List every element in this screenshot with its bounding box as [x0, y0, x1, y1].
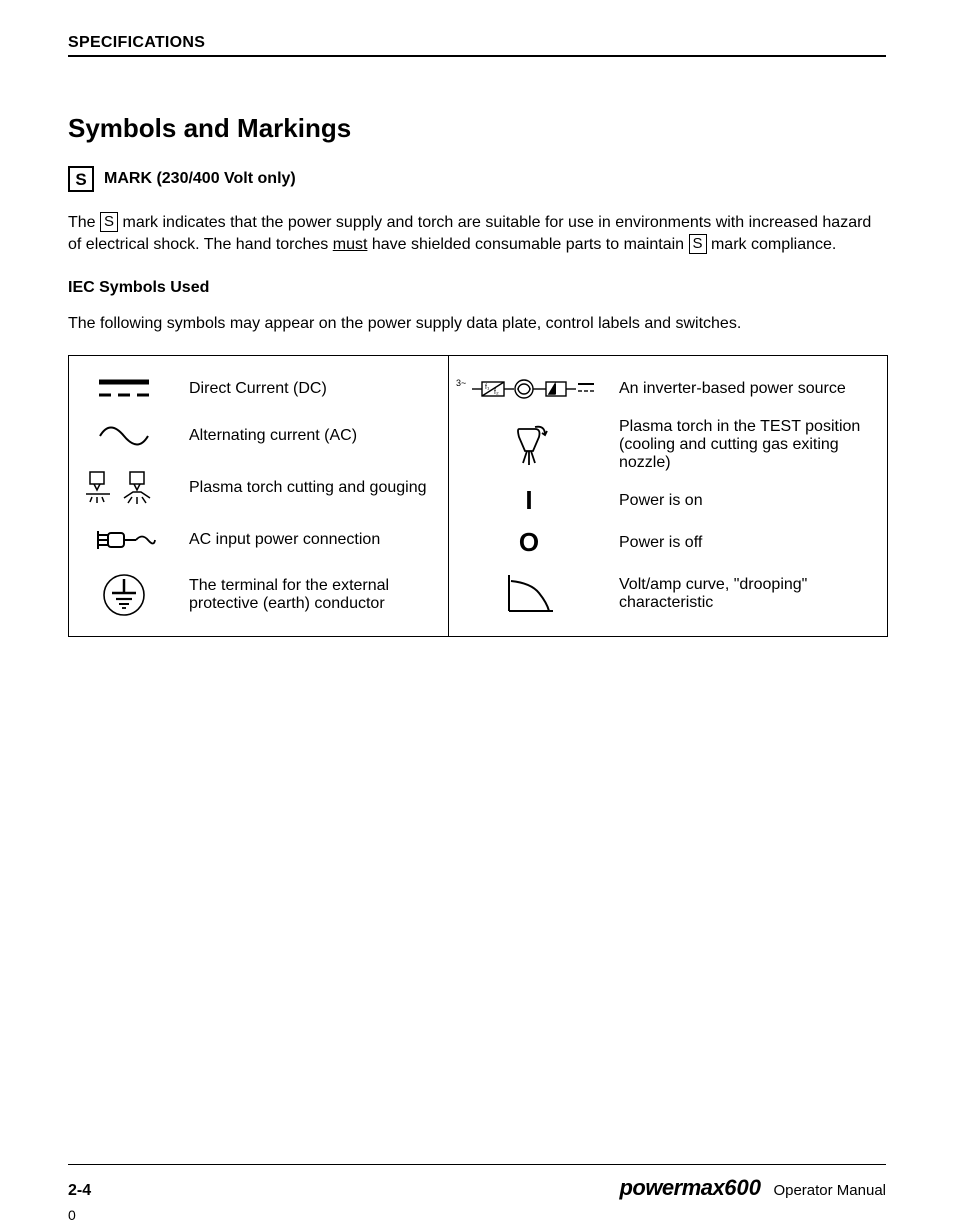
page-number: 2-4: [68, 1182, 91, 1200]
label: The terminal for the external protective…: [189, 577, 438, 613]
iec-paragraph: The following symbols may appear on the …: [68, 313, 886, 335]
label: Power is off: [619, 534, 702, 552]
text-underlined: must: [333, 236, 368, 253]
brand-name: powermax: [619, 1175, 724, 1200]
plasma-cutting-gouging-icon: [84, 462, 164, 514]
table-row: AC input power connection: [189, 514, 438, 566]
svg-text:f₁: f₁: [485, 384, 490, 391]
torch-test-icon: [505, 410, 553, 480]
symbol-table: Direct Current (DC) Alternating current …: [68, 355, 888, 637]
table-row: Alternating current (AC): [189, 410, 438, 462]
label: An inverter-based power source: [619, 380, 846, 398]
table-row: Power is off: [619, 522, 877, 564]
power-off-icon: O: [519, 522, 539, 564]
right-text-column: An inverter-based power source Plasma to…: [609, 356, 887, 636]
iec-heading: IEC Symbols Used: [68, 279, 886, 297]
right-icon-column: 3~ f₁ f₂: [449, 356, 609, 636]
svg-text:3~: 3~: [456, 378, 466, 388]
inverter-icon: 3~ f₁ f₂: [454, 368, 604, 410]
footer-brand-block: powermax600 Operator Manual: [619, 1175, 886, 1201]
svg-text:f₂: f₂: [494, 389, 499, 396]
stray-char: 0: [68, 1207, 76, 1223]
brand-model: 600: [724, 1175, 761, 1200]
power-on-icon: I: [525, 480, 532, 522]
ac-icon: [96, 410, 152, 462]
table-row: An inverter-based power source: [619, 368, 877, 410]
label: Plasma torch in the TEST position (cooli…: [619, 418, 877, 472]
glyph-O: O: [519, 527, 539, 558]
text: mark compliance.: [711, 236, 836, 253]
table-row: The terminal for the external protective…: [189, 566, 438, 624]
running-header: SPECIFICATIONS: [68, 34, 886, 52]
text: have shielded consumable parts to mainta…: [372, 236, 689, 253]
boxed-s-icon: S: [68, 166, 94, 192]
label: Plasma torch cutting and gouging: [189, 479, 426, 497]
boxed-s-inline-icon: S: [100, 212, 118, 232]
label: AC input power connection: [189, 531, 380, 549]
left-icon-column: [69, 356, 179, 636]
label: Power is on: [619, 492, 703, 510]
table-row: Power is on: [619, 480, 877, 522]
table-row: Volt/amp curve, "drooping" characteristi…: [619, 564, 877, 624]
drooping-curve-icon: [501, 564, 557, 624]
boxed-s-inline-icon: S: [689, 234, 707, 254]
label: Direct Current (DC): [189, 380, 327, 398]
page-footer: 2-4 powermax600 Operator Manual: [68, 1164, 886, 1201]
table-row: Direct Current (DC): [189, 368, 438, 410]
manual-label: Operator Manual: [773, 1182, 886, 1199]
table-row: Plasma torch cutting and gouging: [189, 462, 438, 514]
glyph-I: I: [525, 485, 532, 516]
dc-icon: [97, 368, 151, 410]
text: The: [68, 214, 100, 231]
left-text-column: Direct Current (DC) Alternating current …: [179, 356, 449, 636]
header-rule: [68, 55, 886, 57]
page-title: Symbols and Markings: [68, 113, 886, 144]
smark-paragraph: The S mark indicates that the power supp…: [68, 212, 886, 255]
label: Volt/amp curve, "drooping" characteristi…: [619, 576, 877, 612]
ac-input-plug-icon: [92, 514, 156, 566]
smark-heading-text: MARK (230/400 Volt only): [104, 170, 296, 188]
earth-ground-icon: [102, 566, 146, 624]
table-row: Plasma torch in the TEST position (cooli…: [619, 410, 877, 480]
smark-heading: S MARK (230/400 Volt only): [68, 166, 886, 192]
label: Alternating current (AC): [189, 427, 357, 445]
